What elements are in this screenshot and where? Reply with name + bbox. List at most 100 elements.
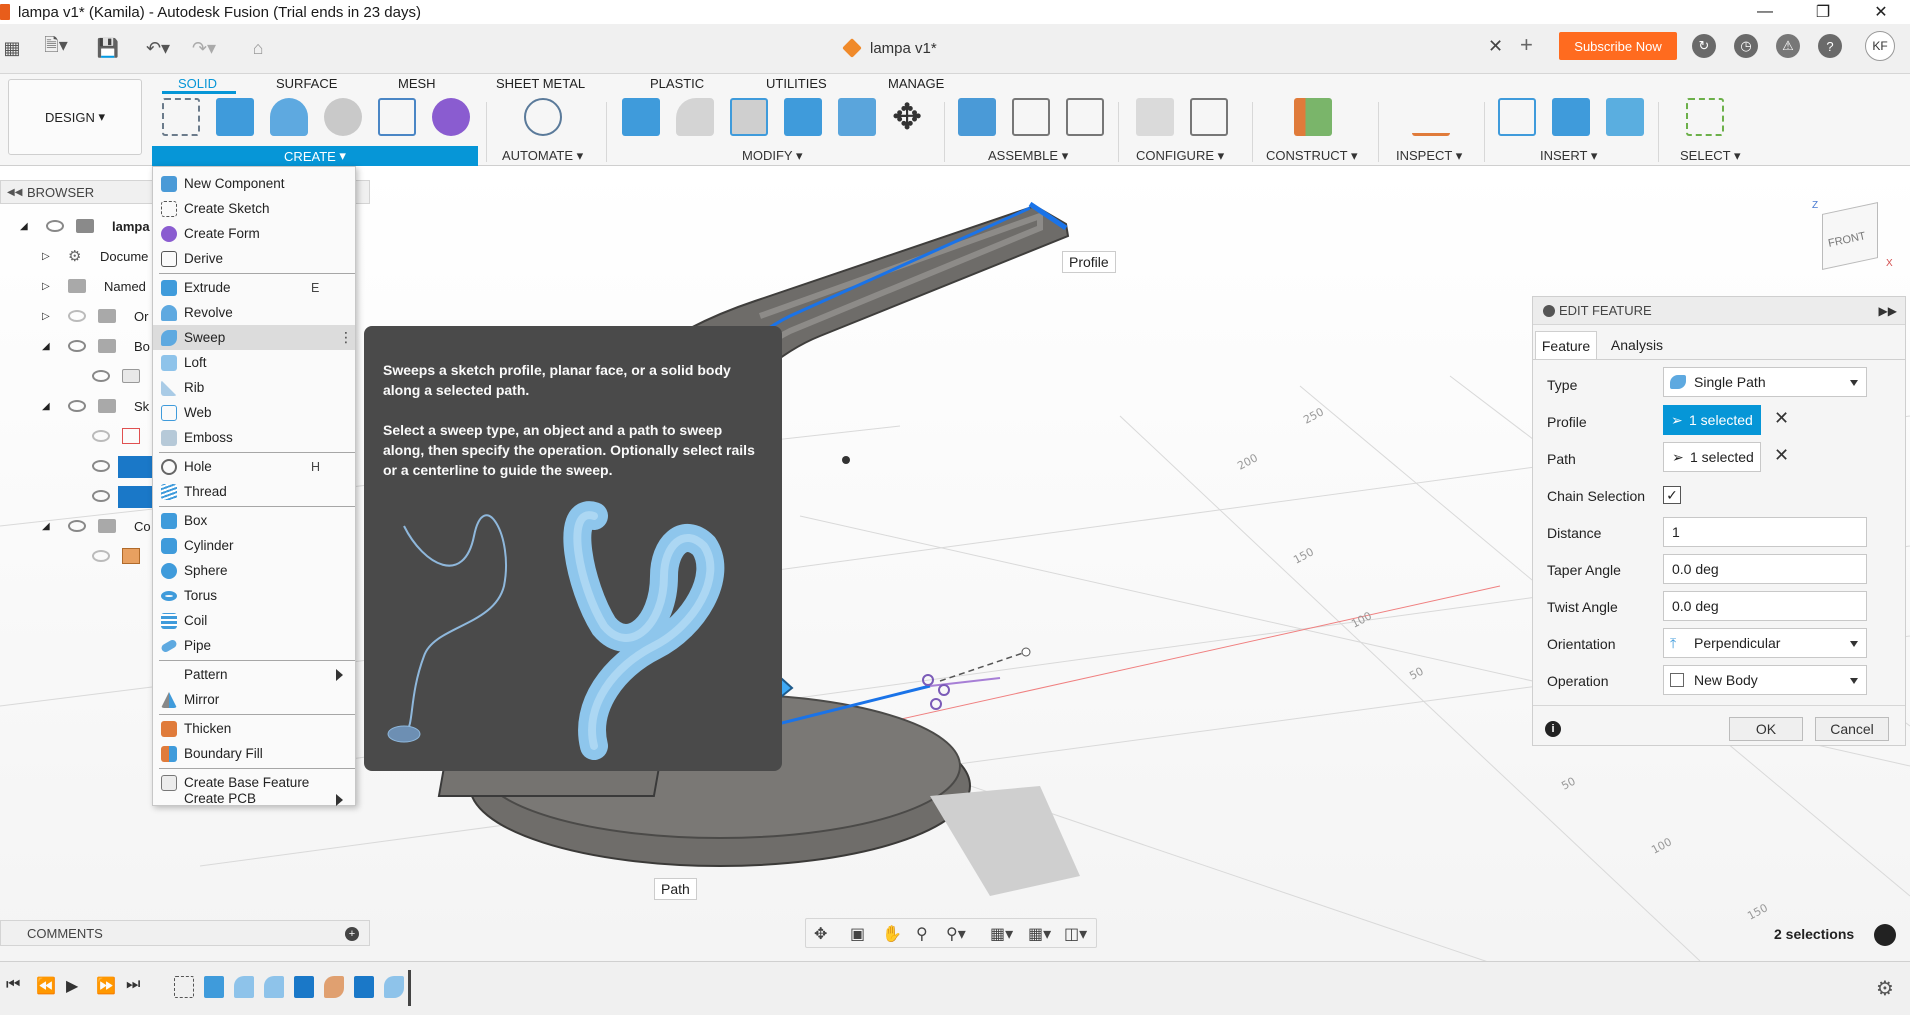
menu-item-create-sketch[interactable]: Create Sketch [153,196,355,221]
press-pull-icon[interactable] [622,98,660,136]
hole-icon[interactable] [324,98,362,136]
select-group-label[interactable]: SELECT ▾ [1680,148,1740,164]
info-icon[interactable]: i [1545,721,1561,737]
tab-sheet-metal[interactable]: SHEET METAL [496,76,585,91]
look-at-icon[interactable]: ▣ [850,924,865,944]
expand-icon[interactable]: ▷ [42,311,50,322]
offset-face-icon[interactable] [838,98,876,136]
measure-icon[interactable] [1412,98,1450,136]
visibility-icon[interactable] [92,370,110,382]
insert-canvas-icon[interactable] [1606,98,1644,136]
menu-item-hole[interactable]: Hole H [153,454,355,479]
visibility-icon[interactable] [68,400,86,412]
tab-mesh[interactable]: MESH [398,76,436,91]
menu-item-derive[interactable]: Derive [153,246,355,271]
orientation-dropdown[interactable]: ⤒ Perpendicular [1663,628,1867,658]
menu-item-torus[interactable]: Torus [153,583,355,608]
timeline-marker[interactable] [408,970,411,1006]
twist-angle-input[interactable]: 0.0 deg [1663,591,1867,621]
close-tab-icon[interactable]: ✕ [1488,36,1503,57]
menu-item-mirror[interactable]: Mirror [153,687,355,712]
insert-group-label[interactable]: INSERT ▾ [1540,148,1597,164]
last-step-icon[interactable]: ⏭ [126,976,140,994]
timeline-settings-icon[interactable]: ⚙ [1876,976,1894,1001]
automate-group-label[interactable]: AUTOMATE ▾ [502,148,583,164]
pan-icon[interactable]: ✋ [882,924,902,944]
operation-dropdown[interactable]: New Body [1663,665,1867,695]
move-icon[interactable]: ✥ [892,98,930,136]
cancel-button[interactable]: Cancel [1815,717,1889,741]
insert-mcmaster-icon[interactable] [1552,98,1590,136]
menu-item-web[interactable]: Web [153,400,355,425]
menu-item-revolve[interactable]: Revolve [153,300,355,325]
automate-icon[interactable] [524,98,562,136]
configure-icon[interactable] [1136,98,1174,136]
bom-icon[interactable] [1066,98,1104,136]
next-step-icon[interactable]: ⏩ [96,976,116,996]
add-comment-icon[interactable]: + [345,927,359,941]
menu-item-cylinder[interactable]: Cylinder [153,533,355,558]
create-group-dropdown[interactable]: CREATE ▾ [152,146,478,166]
new-component-icon[interactable] [958,98,996,136]
extrude-icon[interactable] [216,98,254,136]
workspace-switcher[interactable]: DESIGN ▾ [8,79,142,155]
construct-plane-icon[interactable] [1294,98,1332,136]
minimize-button[interactable]: — [1736,0,1794,24]
insert-derive-icon[interactable] [1498,98,1536,136]
new-tab-icon[interactable]: + [1520,32,1533,58]
clear-path-icon[interactable]: ✕ [1774,445,1789,466]
previous-step-icon[interactable]: ⏪ [36,976,56,996]
tab-feature[interactable]: Feature [1535,331,1597,359]
menu-item-thread[interactable]: Thread [153,479,355,504]
timeline-sweep-icon[interactable] [324,976,344,998]
path-selection-button[interactable]: ➢ 1 selected [1663,442,1761,472]
subscribe-button[interactable]: Subscribe Now [1559,32,1677,60]
more-options-icon[interactable]: ⋮ [339,329,353,346]
expand-icon[interactable]: ▷ [42,281,50,292]
visibility-icon[interactable] [92,490,110,502]
expand-icon[interactable]: ◢ [42,521,50,532]
assemble-group-label[interactable]: ASSEMBLE ▾ [988,148,1068,164]
timeline-fillet-icon[interactable] [234,976,254,998]
menu-item-loft[interactable]: Loft [153,350,355,375]
visibility-icon[interactable] [68,340,86,352]
construct-group-label[interactable]: CONSTRUCT ▾ [1266,148,1358,164]
menu-item-box[interactable]: Box [153,508,355,533]
display-settings-icon[interactable]: ▦▾ [990,924,1013,944]
inspect-group-label[interactable]: INSPECT ▾ [1396,148,1462,164]
menu-item-create-form[interactable]: Create Form [153,221,355,246]
fit-icon[interactable]: ⚲▾ [946,924,966,944]
play-icon[interactable]: ▶ [66,976,78,996]
close-window-button[interactable]: ✕ [1852,0,1910,24]
configure-group-label[interactable]: CONFIGURE ▾ [1136,148,1224,164]
expand-icon[interactable]: ◢ [20,221,28,232]
create-form-icon[interactable] [432,98,470,136]
create-sketch-icon[interactable] [162,98,200,136]
taper-angle-input[interactable]: 0.0 deg [1663,554,1867,584]
clear-profile-icon[interactable]: ✕ [1774,408,1789,429]
orbit-icon[interactable]: ✥ [814,924,827,944]
tab-analysis[interactable]: Analysis [1599,331,1675,359]
timeline-sketch-selected-icon[interactable] [294,976,314,998]
grid-settings-icon[interactable]: ▦▾ [1028,924,1051,944]
menu-item-emboss[interactable]: Emboss [153,425,355,450]
expand-icon[interactable]: ▷ [42,251,50,262]
hidden-icon[interactable] [92,430,110,442]
notifications-icon[interactable]: ⚠ [1776,34,1800,58]
visibility-icon[interactable] [68,520,86,532]
configure-table-icon[interactable] [1190,98,1228,136]
combine-icon[interactable] [784,98,822,136]
modify-group-label[interactable]: MODIFY ▾ [742,148,802,164]
distance-input[interactable]: 1 [1663,517,1867,547]
panel-minimize-icon[interactable] [1543,305,1555,317]
tab-solid[interactable]: SOLID [178,76,217,91]
menu-item-boundary-fill[interactable]: Boundary Fill [153,741,355,766]
comments-panel[interactable]: COMMENTS + [0,920,370,946]
chain-selection-checkbox[interactable]: ✓ [1663,486,1681,504]
timeline-extrude-icon[interactable] [204,976,224,998]
expand-panel-icon[interactable]: ▶▶ [1879,304,1897,318]
joint-icon[interactable] [1012,98,1050,136]
menu-item-sphere[interactable]: Sphere [153,558,355,583]
revolve-icon[interactable] [270,98,308,136]
menu-item-extrude[interactable]: Extrude E [153,275,355,300]
